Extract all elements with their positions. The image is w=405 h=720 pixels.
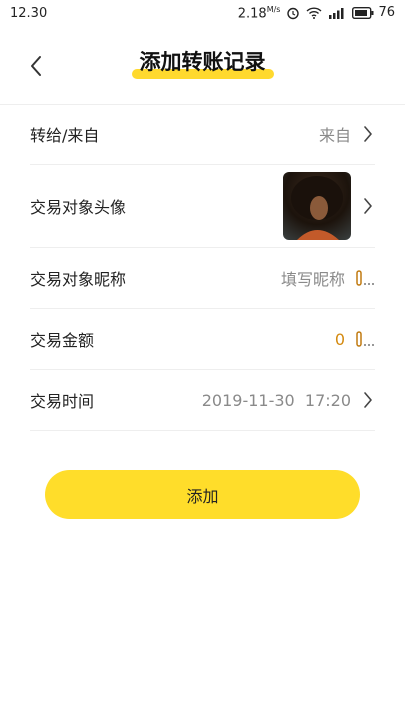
- row-label: 转给/来自: [30, 126, 100, 145]
- edit-icon[interactable]: [355, 267, 375, 289]
- chevron-right-icon: [361, 390, 375, 410]
- amount-input[interactable]: 0: [335, 330, 345, 349]
- row-direction[interactable]: 转给/来自 来自: [30, 104, 375, 165]
- status-bar: 12.30 2.18M/s 76: [0, 0, 405, 26]
- page-title: 添加转账记录: [131, 46, 274, 79]
- chevron-right-icon: [361, 124, 375, 144]
- direction-value: 来自: [318, 126, 351, 145]
- row-nickname: 交易对象昵称 填写昵称: [30, 248, 375, 309]
- header: 添加转账记录: [0, 34, 405, 100]
- nickname-input[interactable]: 填写昵称: [281, 266, 345, 290]
- signal-icon: [328, 7, 346, 19]
- status-time: 12.30: [10, 5, 48, 21]
- row-label: 交易对象头像: [30, 198, 127, 217]
- status-icons: 2.18M/s 76: [238, 5, 395, 21]
- alarm-icon: [286, 6, 300, 20]
- row-label: 交易时间: [30, 392, 95, 411]
- row-avatar[interactable]: 交易对象头像: [30, 165, 375, 248]
- row-time[interactable]: 交易时间 2019-11-30 17:20: [30, 370, 375, 431]
- row-amount: 交易金额 0: [30, 309, 375, 370]
- battery-indicator: 76: [352, 5, 395, 20]
- row-label: 交易对象昵称: [30, 270, 127, 289]
- wifi-icon: [306, 7, 322, 19]
- add-button[interactable]: 添加: [45, 470, 360, 519]
- avatar[interactable]: [283, 172, 351, 240]
- battery-icon: [352, 6, 374, 19]
- time-value: 2019-11-30 17:20: [201, 390, 351, 410]
- chevron-right-icon: [361, 196, 375, 216]
- network-speed: 2.18M/s: [237, 4, 281, 22]
- row-label: 交易金额: [30, 331, 95, 350]
- edit-icon[interactable]: [355, 328, 375, 350]
- form-list: 转给/来自 来自 交易对象头像 交易对象昵称 填写昵称 交易金额 0 交易时间 …: [30, 104, 375, 431]
